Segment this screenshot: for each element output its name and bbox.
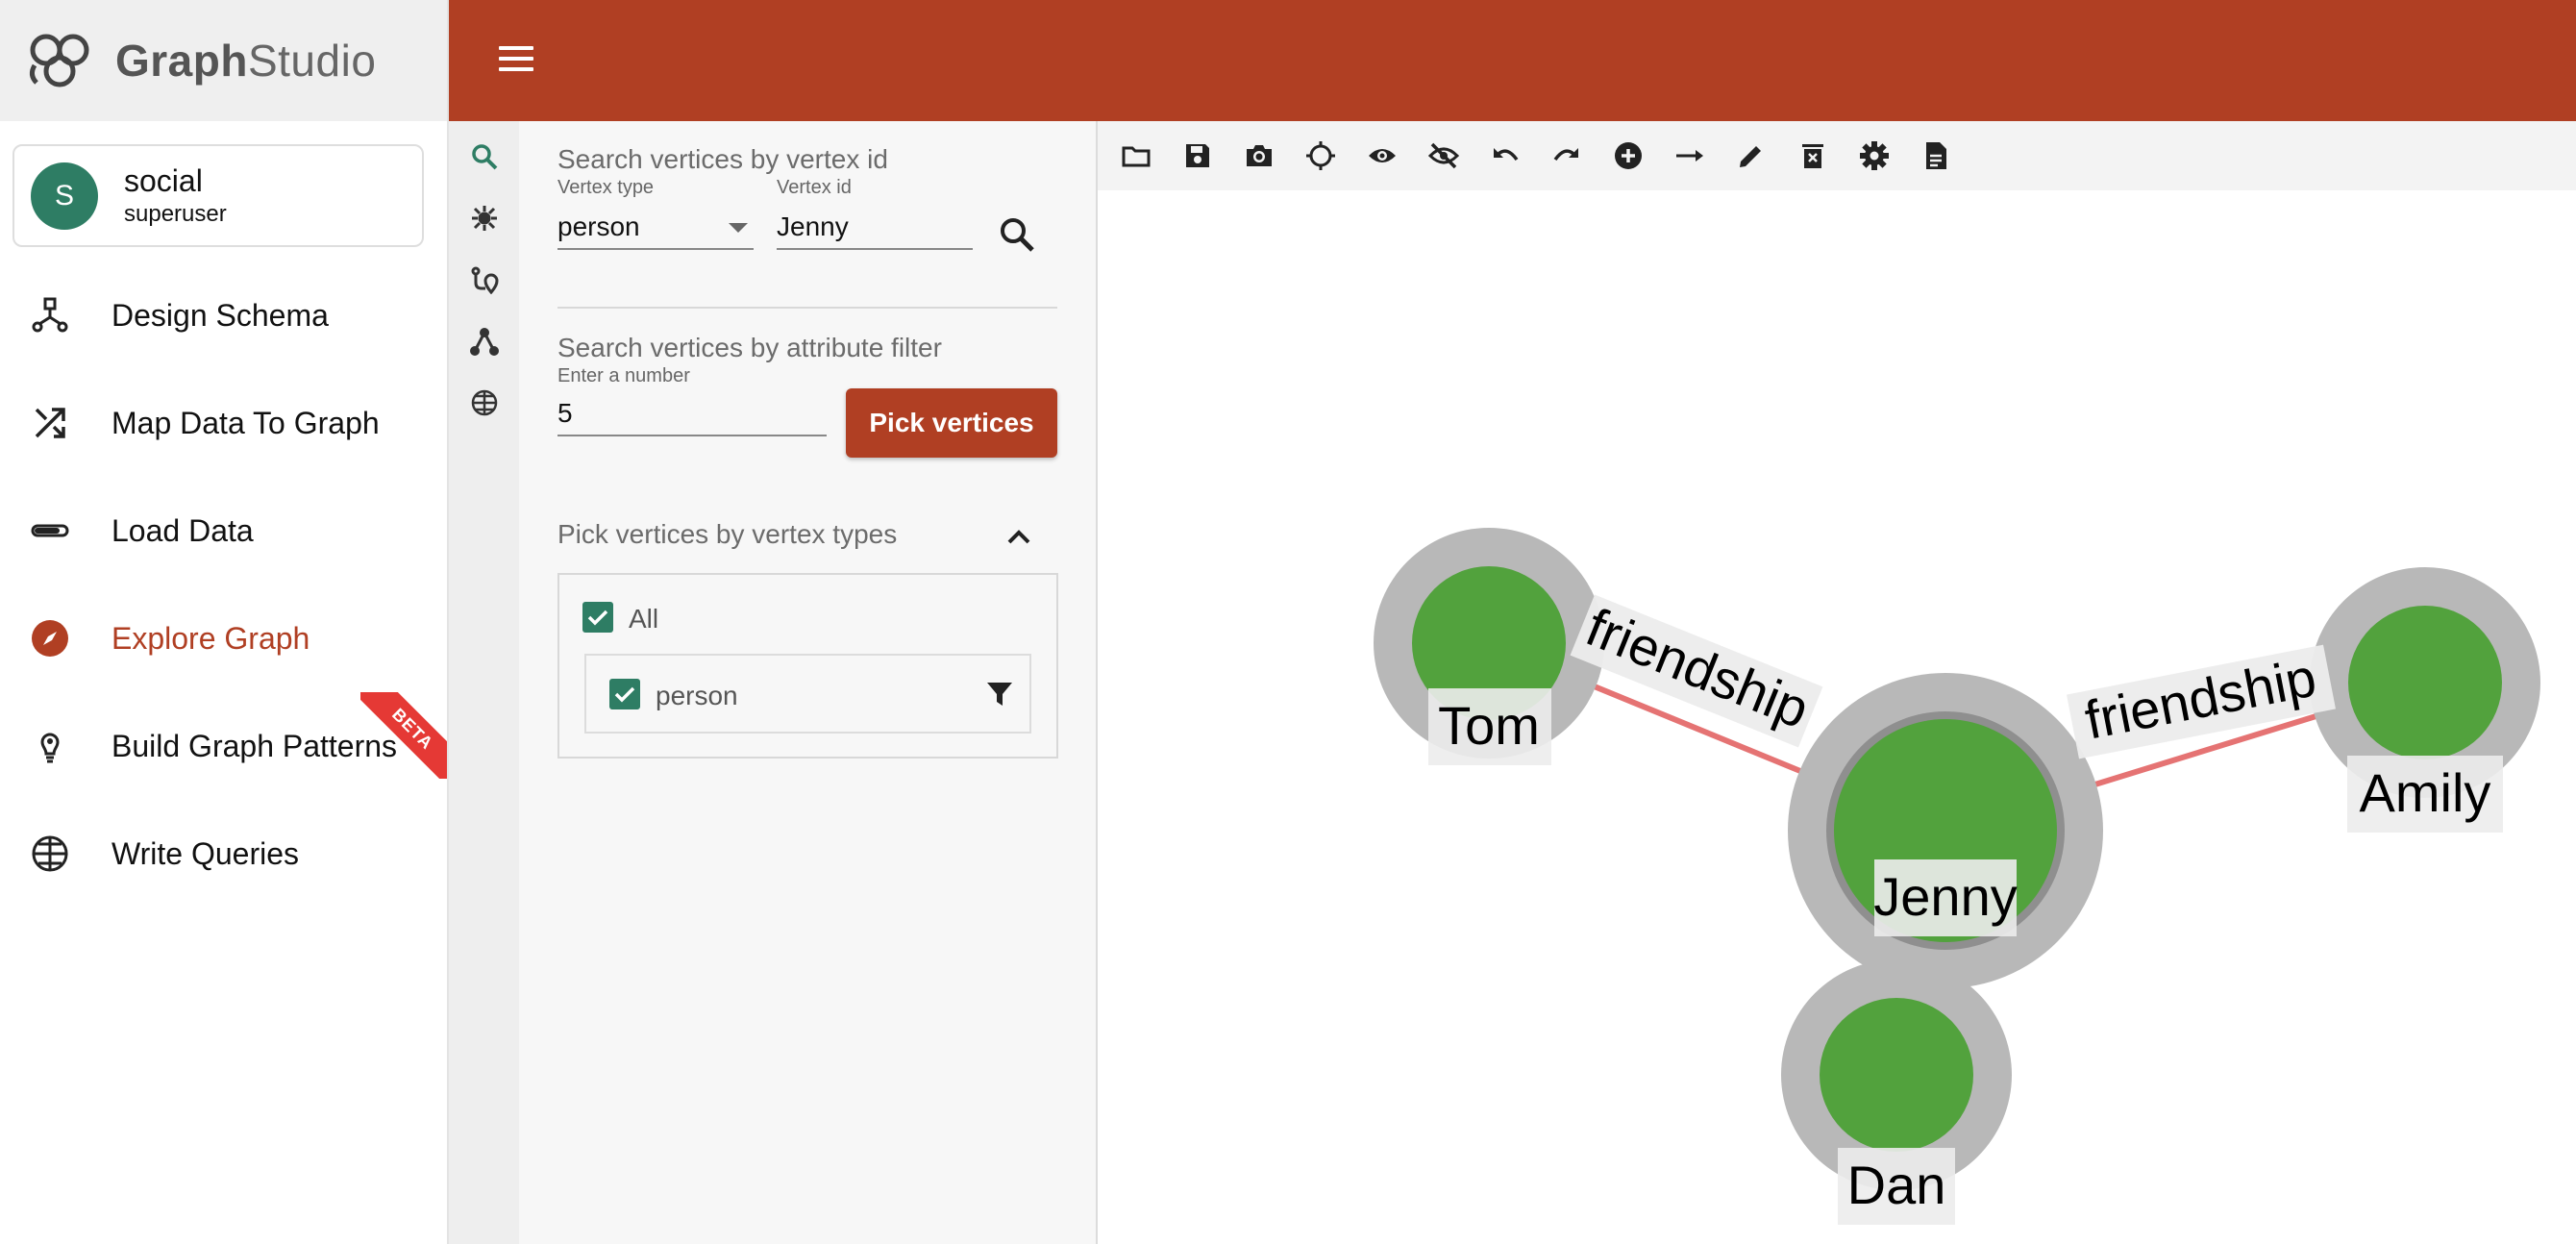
vertex-label-text: Tom (1438, 695, 1540, 756)
vertex-id-label: Vertex id (777, 177, 852, 198)
graph-user-card[interactable]: S social superuser (12, 144, 424, 247)
filter-icon[interactable] (984, 679, 1015, 709)
schema-icon (29, 294, 71, 336)
search-by-attr-title: Search vertices by attribute filter (557, 333, 942, 362)
nav-item-map-data[interactable]: Map Data To Graph (0, 369, 447, 477)
chevron-down-icon (729, 223, 748, 233)
camera-icon[interactable] (1242, 138, 1276, 173)
search-icon[interactable] (466, 138, 503, 175)
vertex-label-text: Amily (2360, 762, 2491, 823)
open-folder-icon[interactable] (1119, 138, 1153, 173)
logo-text: GraphStudio (115, 35, 376, 87)
person-type-label: person (656, 681, 738, 710)
vertex-label-dan: Dan (1838, 1148, 1955, 1225)
graph-view[interactable]: end friendship friendship (1098, 190, 2576, 1244)
main-nav: Design Schema Map Data To Graph Load Dat… (0, 261, 447, 908)
user-role: superuser (124, 201, 227, 227)
nav-label: Explore Graph (111, 620, 310, 656)
document-icon[interactable] (1919, 138, 1953, 173)
query-globe-icon[interactable] (466, 385, 503, 421)
pick-vertices-button[interactable]: Pick vertices (846, 388, 1057, 458)
vertex-type-value: person (557, 211, 640, 241)
nav-label: Map Data To Graph (111, 405, 380, 440)
nav-item-write-queries[interactable]: Write Queries (0, 800, 447, 908)
delete-icon[interactable] (1796, 138, 1830, 173)
number-input[interactable]: 5 (557, 394, 827, 436)
globe-grid-icon (29, 833, 71, 875)
logo-bar: GraphStudio (0, 0, 447, 121)
beta-badge-text: BETA (360, 692, 447, 779)
graph-name: social (124, 163, 203, 198)
vertex-label-text: Dan (1847, 1155, 1946, 1215)
redo-icon[interactable] (1549, 138, 1584, 173)
graph-toolbar (1098, 121, 2576, 190)
nav-label: Write Queries (111, 835, 300, 871)
pattern-icon[interactable] (466, 323, 503, 360)
app-root: GraphStudio S social superuser Design Sc… (0, 0, 2576, 1244)
edge-label-tom-jenny: friendship (1570, 594, 1823, 748)
vertex-amily[interactable] (2348, 606, 2502, 759)
edit-icon[interactable] (1734, 138, 1769, 173)
vertex-id-input[interactable]: Jenny (777, 208, 973, 250)
add-vertex-icon[interactable] (1611, 138, 1646, 173)
compass-icon (29, 617, 71, 659)
pick-by-type-title: Pick vertices by vertex types (557, 519, 898, 549)
undo-icon[interactable] (1488, 138, 1523, 173)
edge-label-jenny-amily: friendship (2067, 644, 2336, 759)
vertex-dan[interactable] (1820, 998, 1973, 1152)
avatar: S (31, 162, 98, 230)
user-meta: social superuser (124, 163, 227, 228)
explore-tools-rail (449, 121, 519, 1244)
search-panel: Search vertices by vertex id Vertex type… (519, 121, 1098, 1244)
search-by-id-title: Search vertices by vertex id (557, 144, 888, 174)
vertex-label-tom: Tom (1428, 688, 1551, 765)
vertex-type-label: Vertex type (557, 177, 655, 198)
nav-label: Design Schema (111, 297, 329, 333)
expand-icon[interactable] (466, 200, 503, 236)
graphstudio-logo-icon (29, 34, 89, 87)
vertex-label-jenny: Jenny (1873, 859, 2018, 936)
shuffle-icon (29, 402, 71, 444)
vertex-type-select[interactable]: person (557, 208, 754, 250)
nav-item-design-schema[interactable]: Design Schema (0, 261, 447, 369)
logo-secondary: Studio (247, 36, 377, 86)
logo-primary: Graph (115, 36, 248, 86)
add-edge-icon[interactable] (1672, 138, 1707, 173)
chevron-up-icon[interactable] (1002, 519, 1036, 554)
vertex-label-amily: Amily (2347, 756, 2503, 833)
sidebar: GraphStudio S social superuser Design Sc… (0, 0, 449, 1244)
vertex-type-row: person (584, 654, 1031, 734)
path-finding-icon[interactable] (466, 261, 503, 298)
nav-item-explore-graph[interactable]: Explore Graph (0, 585, 447, 692)
number-label: Enter a number (557, 365, 690, 386)
all-label: All (629, 604, 659, 634)
beta-badge: BETA (360, 692, 447, 779)
graph-canvas[interactable]: end friendship friendship (1098, 121, 2576, 1244)
save-icon[interactable] (1180, 138, 1215, 173)
nav-label: Load Data (111, 512, 254, 548)
hide-icon[interactable] (1426, 138, 1461, 173)
lightbulb-icon (29, 725, 71, 767)
settings-icon[interactable] (1857, 138, 1892, 173)
top-header (449, 0, 2576, 121)
search-icon[interactable] (998, 215, 1036, 254)
nav-item-build-patterns[interactable]: Build Graph Patterns BETA (0, 692, 447, 800)
number-value: 5 (557, 398, 573, 428)
locate-icon[interactable] (1303, 138, 1338, 173)
divider (557, 307, 1057, 309)
nav-item-load-data[interactable]: Load Data (0, 477, 447, 585)
vertex-id-value: Jenny (777, 211, 849, 241)
nav-label: Build Graph Patterns (111, 728, 398, 763)
progress-bar-icon (29, 510, 71, 552)
vertex-types-box: All person (557, 573, 1058, 759)
all-checkbox[interactable] (582, 602, 613, 633)
person-checkbox[interactable] (609, 679, 640, 709)
vertex-label-text: Jenny (1873, 866, 2017, 927)
menu-icon[interactable] (499, 46, 533, 75)
show-icon[interactable] (1365, 138, 1399, 173)
